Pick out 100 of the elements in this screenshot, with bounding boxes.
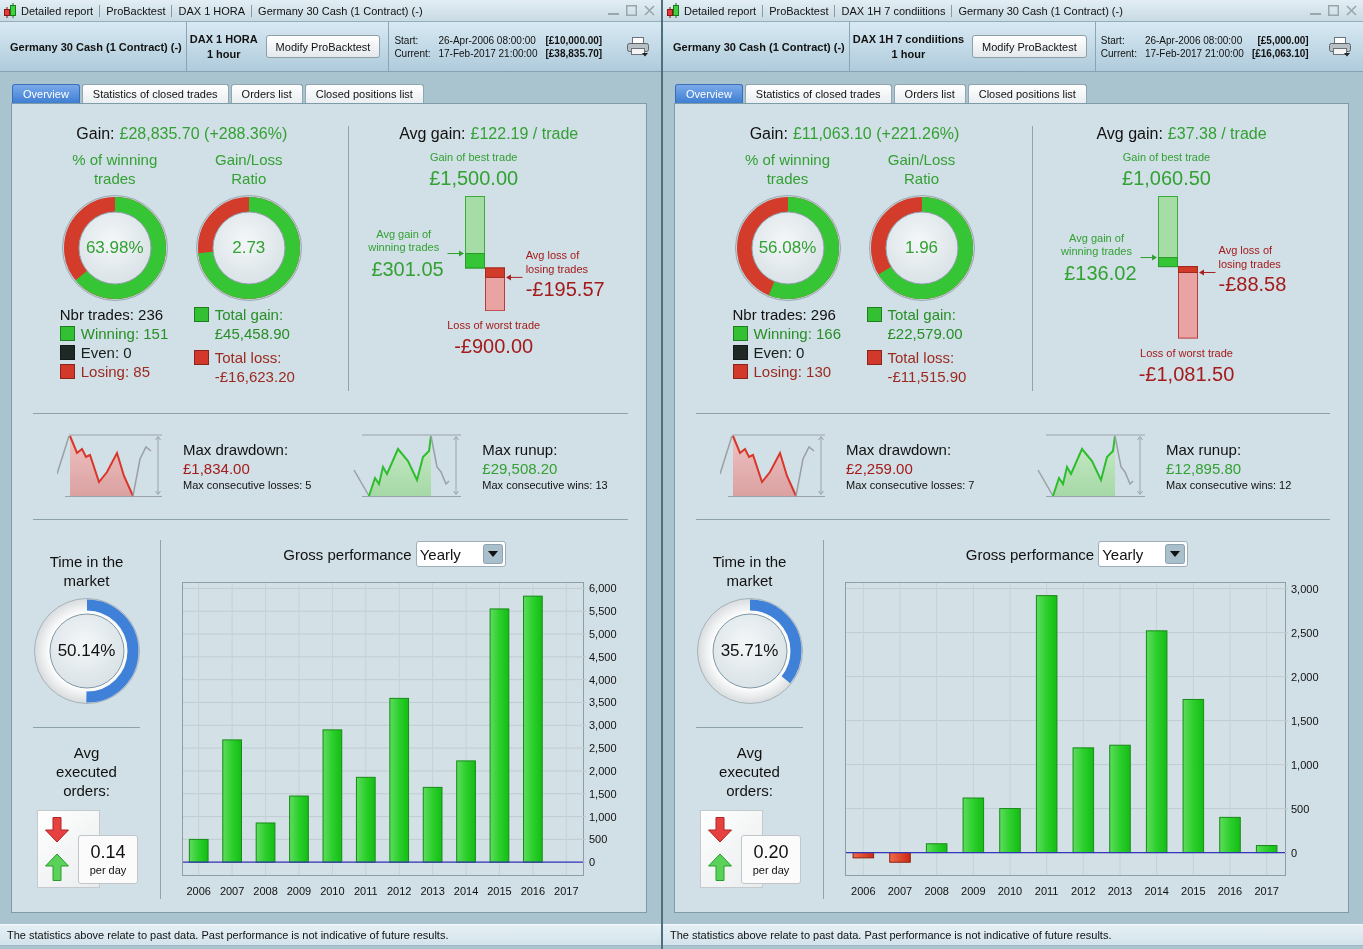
printer-icon[interactable]: [1329, 36, 1351, 57]
modify-button[interactable]: Modify ProBacktest: [972, 35, 1087, 58]
gain-value: £28,835.70 (+288.36%): [119, 124, 288, 144]
close-icon[interactable]: [644, 5, 655, 16]
avg-loss-value: -£88.58: [1218, 273, 1287, 296]
axis-tick-label: 0: [1291, 846, 1298, 859]
gain-label: Gain:: [749, 124, 788, 144]
date-label: Current:: [394, 46, 431, 60]
axis-tick-label: 3,000: [1291, 582, 1319, 595]
tab[interactable]: Closed positions list: [304, 84, 424, 103]
best-trade-value: £1,500.00: [429, 166, 519, 190]
gauge-title: % of winning trades: [743, 150, 832, 188]
worst-trade-label: Loss of worst trade: [447, 319, 541, 333]
date-value: 17-Feb-2017 21:00:00: [438, 46, 538, 60]
axis-category-label: 2012: [1071, 885, 1096, 897]
gauge-title: Gain/Loss Ratio: [213, 150, 284, 188]
orders-title: Avg executed orders:: [55, 743, 118, 800]
capital-value: [£16,063.10]: [1251, 46, 1309, 60]
chart-bar: [962, 797, 985, 854]
gauge-value: 1.96: [904, 238, 939, 258]
time-in-market-title: Time in the market: [711, 552, 788, 590]
timeframe-label: 1 hour: [891, 46, 926, 62]
runup-value: £12,895.80: [1166, 459, 1243, 478]
modify-button[interactable]: Modify ProBacktest: [265, 35, 381, 58]
avg-loss-label: Avg loss of losing trades: [1218, 243, 1282, 272]
window-title: ProBacktest: [769, 4, 829, 17]
runup-label: Max runup:: [1166, 440, 1243, 459]
instrument-name: Germany 30 Cash (1 Contract) (-): [673, 40, 845, 53]
axis-tick-label: 2,000: [1291, 670, 1319, 683]
total-label: Total loss:: [887, 348, 956, 367]
avg-gain-label: Avg gain:: [1096, 124, 1163, 144]
gauge-value: 35.71%: [720, 641, 779, 661]
avg-gain-value: £122.19 / trade: [470, 124, 579, 144]
axis-category-label: 2011: [1034, 885, 1059, 897]
total-value: -£16,623.20: [214, 367, 295, 386]
maximize-icon[interactable]: [626, 5, 637, 16]
date-label: Current:: [1100, 46, 1137, 60]
axis-category-label: 2010: [997, 885, 1023, 897]
status-bar: The statistics above relate to past data. Past performance is not indicative of future results.: [0, 924, 661, 946]
total-label: Total loss:: [214, 348, 283, 367]
timeframe-label: 1 hour: [206, 46, 241, 62]
axis-tick-label: 2,500: [1291, 626, 1319, 639]
legend-label: Winning: 166: [753, 324, 842, 343]
runup-label: Max runup:: [482, 440, 559, 459]
window-title: Detailed report: [21, 4, 94, 17]
legend-label: Even: 0: [753, 343, 805, 362]
tab[interactable]: Closed positions list: [967, 84, 1087, 103]
printer-icon[interactable]: [627, 36, 649, 57]
tab[interactable]: Statistics of closed trades: [81, 84, 229, 103]
window-title: DAX 1 HORA: [178, 4, 246, 17]
axis-category-label: 2014: [1144, 885, 1169, 897]
close-icon[interactable]: [1346, 5, 1357, 16]
best-trade-label: Gain of best trade: [429, 151, 518, 164]
avg-win-label: Avg gain of winning trades: [1060, 231, 1133, 258]
avg-gain-label: Avg gain:: [399, 124, 466, 144]
total-value: £45,458.90: [214, 324, 290, 343]
gauge-title: % of winning trades: [71, 150, 159, 188]
strategy-name: DAX 1 HORA: [189, 31, 258, 47]
worst-trade-value: -£900.00: [454, 334, 534, 359]
up-down-arrows-icon: [45, 817, 69, 881]
axis-category-label: 2007: [887, 885, 913, 897]
avg-win-value: £136.02: [1064, 261, 1137, 284]
gauge-value: 50.14%: [57, 641, 116, 661]
orders-value: 0.14: [90, 842, 126, 863]
orders-value: 0.20: [753, 842, 789, 863]
axis-category-label: 2009: [961, 885, 986, 897]
capital-value: [£5,000.00]: [1256, 33, 1309, 47]
window-title: ProBacktest: [106, 4, 166, 17]
date-value: 26-Apr-2006 08:00:00: [438, 33, 537, 47]
date-label: Start:: [1100, 33, 1126, 47]
gain-label: Gain:: [76, 124, 115, 144]
drawdown-label: Max drawdown:: [183, 440, 290, 459]
period-select[interactable]: Yearly: [1098, 541, 1189, 567]
drawdown-note: Max consecutive losses: 5: [183, 478, 312, 492]
tab[interactable]: Statistics of closed trades: [744, 84, 892, 103]
worst-trade-label: Loss of worst trade: [1140, 346, 1233, 360]
chart-title: Gross performance: [283, 545, 412, 563]
axis-category-label: 2015: [1181, 885, 1206, 897]
chart-bar: [999, 808, 1021, 854]
orders-unit: per day: [752, 863, 790, 877]
time-in-market-title: Time in the market: [48, 552, 125, 590]
gauge-value: 63.98%: [85, 238, 144, 258]
orders-unit: per day: [89, 863, 127, 877]
axis-tick-label: 500: [1291, 802, 1310, 815]
worst-trade-value: -£1,081.50: [1138, 361, 1235, 386]
maximize-icon[interactable]: [1328, 5, 1339, 16]
tab[interactable]: Orders list: [230, 84, 303, 103]
tab[interactable]: Orders list: [893, 84, 966, 103]
axis-tick-label: 1,500: [1291, 714, 1319, 727]
window-title: Germany 30 Cash (1 Contract) (-): [258, 4, 423, 17]
caret-icon: [482, 544, 503, 564]
axis-category-label: 2008: [924, 885, 949, 897]
window-title: Germany 30 Cash (1 Contract) (-): [958, 4, 1123, 17]
drawdown-note: Max consecutive losses: 7: [846, 478, 975, 492]
period-select[interactable]: Yearly: [415, 541, 506, 567]
drawdown-value: £1,834.00: [183, 459, 251, 478]
total-value: -£11,515.90: [887, 367, 967, 386]
chart-bar: [852, 852, 875, 859]
orders-title: Avg executed orders:: [718, 743, 781, 800]
avg-win-label: Avg gain of winning trades: [367, 227, 441, 254]
